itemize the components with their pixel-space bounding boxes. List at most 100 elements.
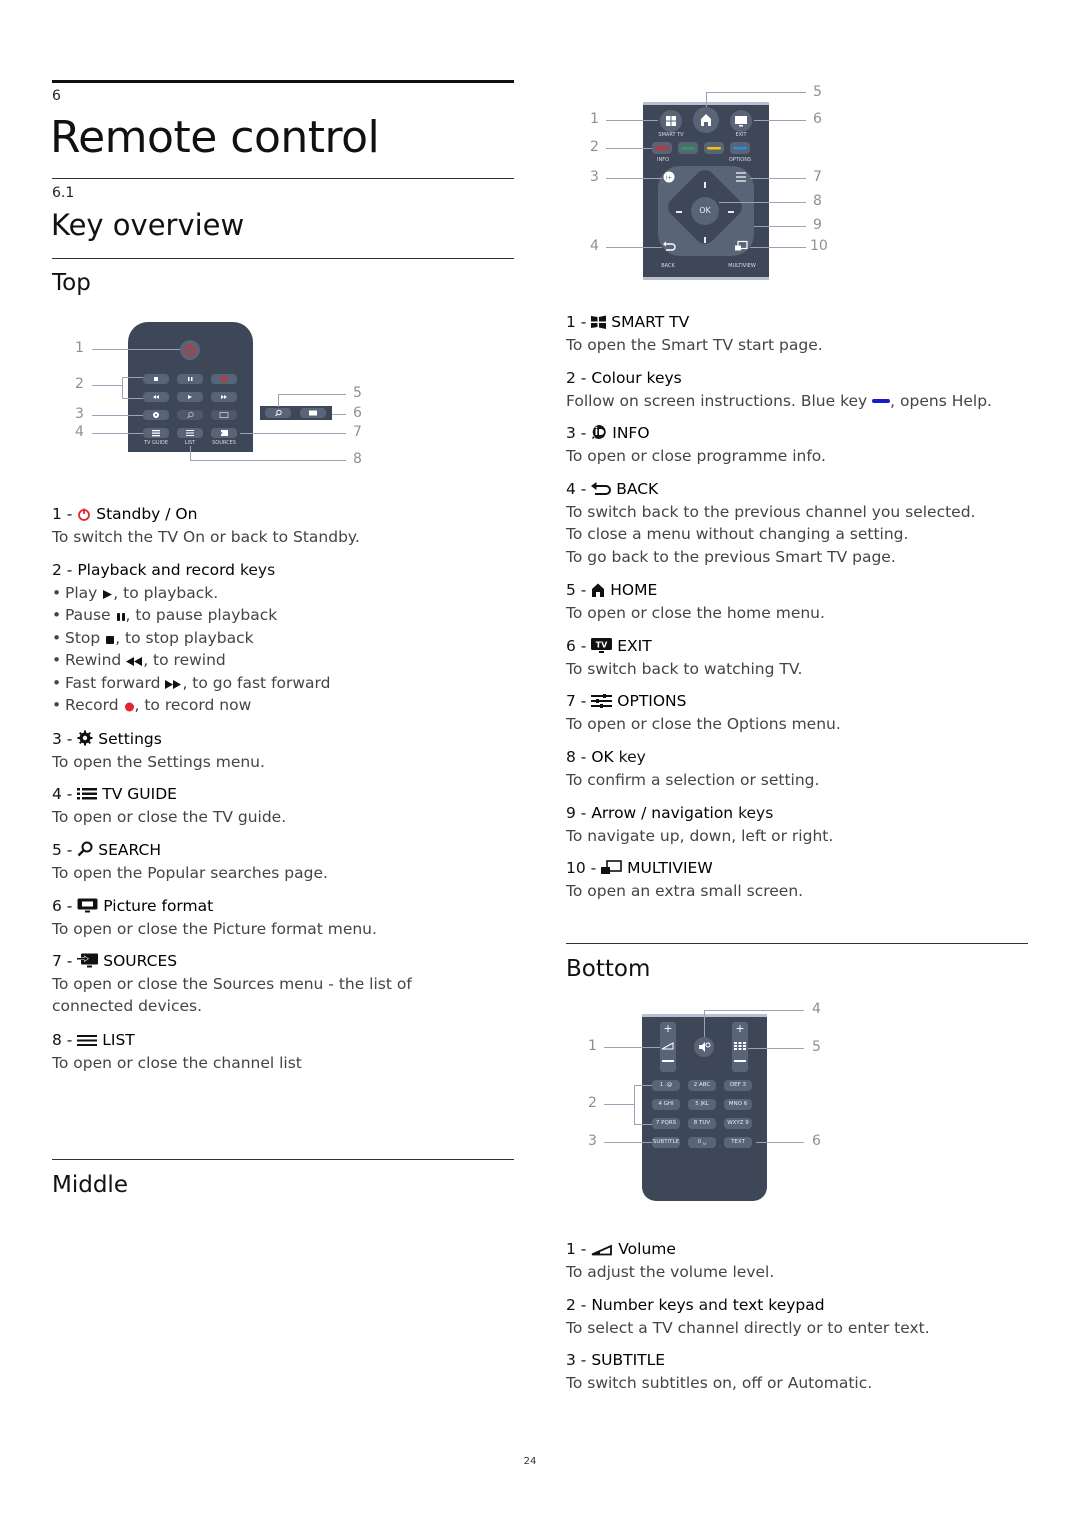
item-description: To open or close the channel list [52,1053,302,1072]
keypad-key: 4 GHI [652,1099,680,1110]
callout-vline-5 [706,92,707,107]
bottom-item-2: 2 - Number keys and text keypad To selec… [566,1294,1026,1339]
bullet-stop: Stop , to stop playback [52,627,512,650]
callout-number: 2 [75,376,84,392]
callout-line-2 [606,148,652,149]
callout-number: 1 [588,1038,597,1054]
keypad-key: DEF 3 [724,1080,752,1091]
item-description: To open or close the TV guide. [52,807,287,826]
item-number: 1 [566,313,576,331]
item-title: SUBTITLE [591,1351,666,1369]
arrow-left [676,211,682,213]
callout-number: 3 [75,406,84,422]
item-description: To confirm a selection or setting. [566,770,820,789]
item-description-line: To switch back to the previous channel y… [566,502,976,521]
item-title-suffix: keys [239,561,276,579]
home-key [693,107,719,133]
callout-number: 8 [353,451,362,467]
power-icon [184,345,196,356]
callout-bracket-2 [634,1085,635,1124]
search-key [265,408,291,418]
item-title: BACK [616,480,659,498]
middle-remote-illustration: SMART TV EXIT INFO OPTIONS OK i+ BACK MU… [580,82,840,282]
item-number: 6 [52,897,62,915]
callout-number: 1 [75,340,84,356]
callout-number: 6 [813,111,822,127]
middle-item-8: 8 - OK key To confirm a selection or set… [566,746,1026,791]
item-description: Follow on screen instructions. Blue key [566,391,868,410]
callout-line-5 [706,92,806,93]
callout-number: 2 [590,139,599,155]
red-key [652,142,672,154]
stop-icon [106,635,115,644]
yellow-colour-icon [707,147,721,150]
mute-key [694,1037,714,1057]
list-icon [186,430,194,436]
keypad-key: 2 ABC [688,1080,716,1091]
arrow-down [704,237,706,243]
callout-line-2a [122,377,143,378]
item-number: 5 [566,581,576,599]
bullet-pause: Pause , to pause playback [52,604,512,627]
top-item-1: 1 - Standby / On To switch the TV On or … [52,503,512,548]
bottom-rule [566,943,1028,944]
item-title: HOME [610,581,658,599]
record-icon [221,376,227,382]
tv-guide-label: TV GUIDE [143,440,169,446]
mute-icon [699,1042,711,1052]
callout-number: 5 [813,84,822,100]
item-description: To open or close the Picture format menu… [52,919,377,938]
pause-icon [116,613,125,621]
top-item-3: 3 - Settings To open the Settings menu. [52,728,512,773]
multiview-icon [601,860,622,874]
item-title-suffix: key [618,748,646,766]
item-description: To select a TV channel directly or to en… [566,1318,930,1337]
play-key [177,392,203,402]
list-icon [77,1035,98,1046]
exit-tv-icon: TV [591,638,613,653]
item-title: INFO [612,424,650,442]
top-remote-illustration: TV GUIDE LIST SOURCES 1 2 3 4 5 6 7 8 [60,318,380,468]
callout-line-8 [719,202,806,203]
smart-tv-icon [591,315,607,329]
rewind-icon [153,395,159,399]
item-title: OPTIONS [617,692,687,710]
callout-number: 4 [590,238,599,254]
keypad-key: TEXT [724,1137,752,1148]
item-description: To open or close the Options menu. [566,714,841,733]
item-description: To adjust the volume level. [566,1262,775,1281]
top-item-4: 4 - TV GUIDE To open or close the TV gui… [52,783,512,828]
callout-line-2b [634,1124,652,1125]
keypad-key: 7 PQRS [652,1118,680,1129]
arrow-up [704,182,706,188]
item-title: MULTIVIEW [627,859,713,877]
section-number: 6.1 [52,185,75,201]
item-number: 10 [566,859,586,877]
callout-number: 5 [812,1039,821,1055]
colour-bar [707,147,721,150]
blue-colour-icon [733,147,747,150]
item-description-line: To go back to the previous Smart TV page… [566,547,896,566]
callout-line-2a [634,1085,652,1086]
tv-guide-icon [77,788,98,800]
blue-key-icon [872,398,891,403]
top-rule [52,258,514,259]
item-title: LIST [102,1031,135,1049]
callout-number: 7 [813,169,822,185]
settings-key [143,410,169,420]
sources-key [211,428,237,438]
bottom-remote-illustration: + + 1 .@ 2 ABC DEF 3 4 GHI 5 JKL MNO 6 7 PQRS 8… [580,1000,840,1210]
callout-line-3 [92,415,143,416]
home-icon [592,583,605,597]
back-icon [663,241,676,251]
item-title: Picture format [103,897,214,915]
middle-item-6: 6 - TV EXIT To switch back to watching T… [566,635,1026,680]
search-icon [275,409,282,417]
item-number: 3 [566,1351,576,1369]
item-number: 1 [566,1240,576,1258]
top-heading: Top [52,270,91,296]
item-title: SOURCES [103,952,178,970]
settings-gear-icon [153,412,159,418]
keypad-key: 0 ␣ [688,1137,716,1148]
callout-line-7 [750,178,806,179]
